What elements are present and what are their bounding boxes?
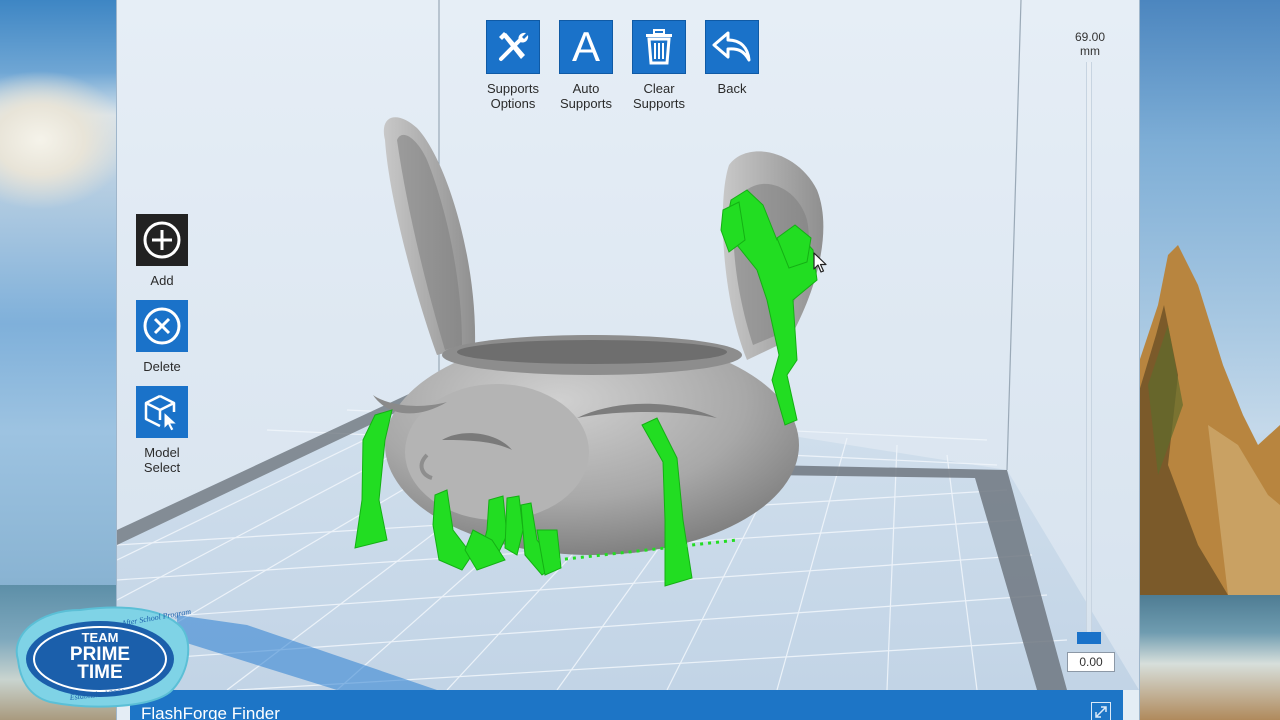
auto-supports-button[interactable]: A Auto Supports: [559, 20, 613, 111]
flashforge-app-window: Supports Options A Auto Supports Clear S…: [116, 0, 1140, 720]
model-select-button[interactable]: Model Select: [136, 386, 188, 475]
x-circle-icon: [136, 300, 188, 352]
letter-a-icon: A: [559, 20, 613, 74]
team-prime-time-logo: After School Program TEAM PRIME TIME Est…: [15, 606, 192, 708]
cube-cursor-icon: [136, 386, 188, 438]
auto-supports-label: Auto Supports: [559, 81, 613, 111]
height-value-input[interactable]: 0.00: [1067, 652, 1115, 672]
height-max-readout: 69.00 mm: [1061, 30, 1119, 58]
plus-circle-icon: [136, 214, 188, 266]
desktop-background-right: [1138, 0, 1280, 720]
delete-label: Delete: [143, 359, 181, 374]
logo-line1: TEAM: [82, 630, 119, 645]
water-image: [1138, 595, 1280, 720]
height-slider-handle[interactable]: [1077, 632, 1101, 644]
add-label: Add: [150, 273, 174, 288]
trash-icon: [632, 20, 686, 74]
logo-line3: TIME: [77, 662, 122, 683]
supports-options-label: Supports Options: [486, 81, 540, 111]
cloud-image: [0, 70, 130, 210]
tools-icon: [486, 20, 540, 74]
left-toolbar: Add Delete Model Select: [136, 214, 188, 487]
add-button[interactable]: Add: [136, 214, 188, 288]
mouse-cursor-icon: [813, 252, 827, 273]
flashforge-finder-bar: FlashForge Finder: [130, 690, 1123, 720]
height-max-value: 69.00: [1074, 30, 1106, 44]
expand-icon[interactable]: [1091, 702, 1111, 720]
height-unit: mm: [1080, 44, 1100, 58]
model-select-label: Model Select: [143, 445, 181, 475]
auto-supports-glyph: A: [571, 23, 600, 70]
delete-button[interactable]: Delete: [136, 300, 188, 374]
cliff-image: [1138, 245, 1280, 595]
back-arrow-icon: [705, 20, 759, 74]
back-button[interactable]: Back: [705, 20, 759, 111]
back-label: Back: [717, 81, 747, 96]
height-slider-track[interactable]: [1086, 62, 1092, 636]
support-toolbar: Supports Options A Auto Supports Clear S…: [486, 20, 759, 111]
clear-supports-button[interactable]: Clear Supports: [632, 20, 686, 111]
clear-supports-label: Clear Supports: [632, 81, 686, 111]
supports-options-button[interactable]: Supports Options: [486, 20, 540, 111]
